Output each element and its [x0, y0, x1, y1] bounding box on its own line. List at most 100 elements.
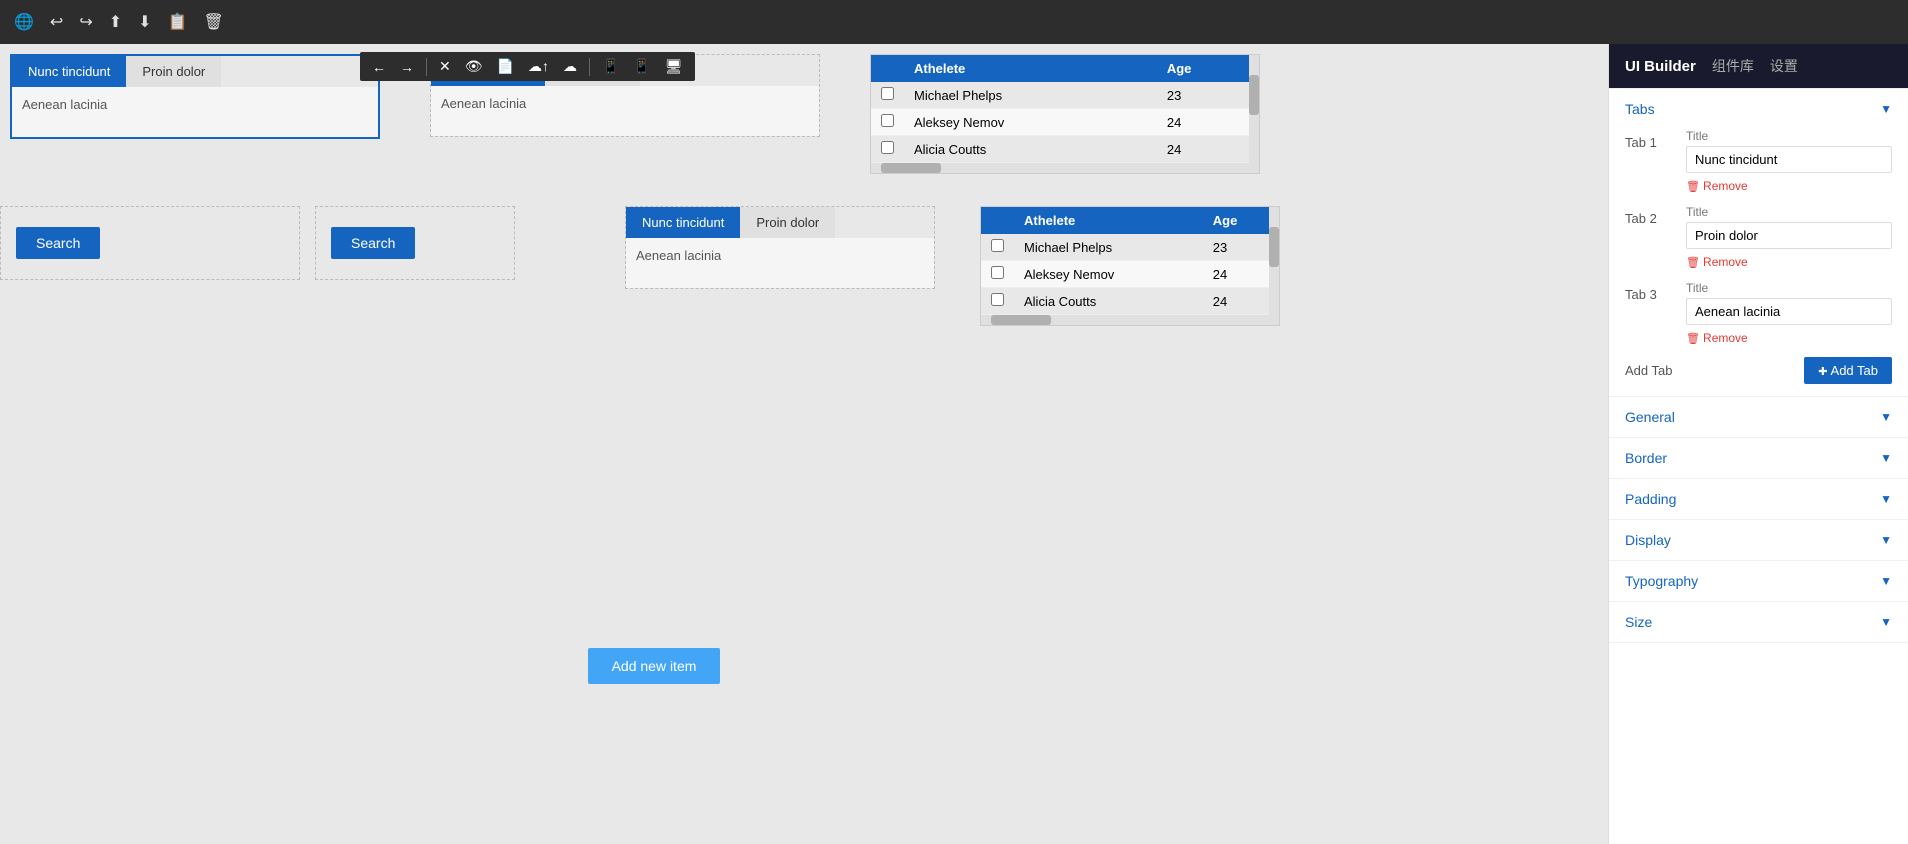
add-tab-button[interactable]: Add Tab	[1804, 357, 1892, 384]
horizontal-scrollbar-2[interactable]	[981, 315, 1279, 325]
tab-3-2-btn[interactable]: Proin dolor	[740, 207, 835, 238]
desktop-icon[interactable]: 🖥	[661, 56, 687, 77]
cell-age: 23	[1203, 234, 1279, 261]
th-age-2: Age	[1203, 207, 1279, 234]
vertical-scrollbar-1[interactable]	[1249, 55, 1259, 163]
forward-icon[interactable]: →	[396, 57, 418, 77]
tab1-label: Tab 1	[1625, 129, 1670, 150]
tabs-section-chevron: ▼	[1880, 102, 1892, 116]
search-button-2[interactable]: Search	[331, 227, 415, 259]
cell-age: 23	[1157, 82, 1259, 109]
nav-settings-link[interactable]: 设置	[1770, 56, 1798, 76]
cell-name: Michael Phelps	[904, 82, 1157, 109]
table-row: Alicia Coutts 24	[871, 136, 1259, 163]
ui-builder-title: UI Builder	[1625, 58, 1696, 75]
tab-content-2: Aenean lacinia	[431, 86, 819, 136]
display-section: Display ▼	[1609, 520, 1908, 561]
back-icon[interactable]: ←	[368, 57, 390, 77]
add-tab-label: Add Tab	[1625, 363, 1672, 378]
table-row: Michael Phelps 23	[871, 82, 1259, 109]
redo-icon[interactable]: ↪	[75, 8, 96, 36]
undo-icon[interactable]: ↩	[46, 8, 67, 36]
tab1-remove-button[interactable]: Remove	[1686, 179, 1748, 193]
tabs-section-title: Tabs	[1625, 101, 1655, 117]
h-scroll-thumb-2	[991, 315, 1051, 325]
tabs-section-header[interactable]: Tabs ▼	[1625, 101, 1892, 117]
general-header[interactable]: General ▼	[1609, 397, 1908, 437]
row-checkbox[interactable]	[881, 141, 894, 154]
nav-components-link[interactable]: 组件库	[1712, 56, 1754, 76]
display-title: Display	[1625, 532, 1671, 548]
table-row: Aleksey Nemov 24	[981, 261, 1279, 288]
size-section: Size ▼	[1609, 602, 1908, 643]
table-widget-1: Athelete Age Michael Phelps 23 Aleksey N	[870, 54, 1260, 174]
tab1-config-row: Tab 1 Title Remove	[1625, 129, 1892, 193]
row-checkbox[interactable]	[881, 114, 894, 127]
display-header[interactable]: Display ▼	[1609, 520, 1908, 560]
cloud-icon[interactable]: ☁	[559, 56, 581, 77]
copy-icon[interactable]: 📋	[164, 8, 192, 36]
tab2-config-col: Title Remove	[1686, 205, 1892, 269]
tab2-title-input[interactable]	[1686, 222, 1892, 249]
padding-chevron: ▼	[1880, 492, 1892, 506]
th-age-1: Age	[1157, 55, 1259, 82]
tab1-title-label: Title	[1686, 129, 1892, 143]
phone-icon[interactable]: 📱	[598, 56, 623, 77]
add-new-item-button[interactable]: Add new item	[588, 648, 721, 684]
tab1-title-input[interactable]	[1686, 146, 1892, 173]
padding-header[interactable]: Padding ▼	[1609, 479, 1908, 519]
download-icon[interactable]: ⬇	[134, 8, 155, 36]
upload-icon[interactable]: ⬆	[105, 8, 126, 36]
tab-1-btn[interactable]: Nunc tincidunt	[12, 56, 126, 87]
right-panel-header: UI Builder 组件库 设置	[1609, 44, 1908, 89]
cell-name: Michael Phelps	[1014, 234, 1203, 261]
tabs-header-3: Nunc tincidunt Proin dolor	[626, 207, 934, 238]
doc-icon[interactable]: 📄	[493, 56, 518, 77]
widget-floating-toolbar: ← → ✕ 👁 📄 ☁↑ ☁ 📱 📱 🖥	[360, 52, 695, 81]
horizontal-scrollbar-1[interactable]	[871, 163, 1259, 173]
table-row: Alicia Coutts 24	[981, 288, 1279, 315]
tab3-title-input[interactable]	[1686, 298, 1892, 325]
cell-name: Alicia Coutts	[904, 136, 1157, 163]
tab-content-1: Aenean lacinia	[12, 87, 378, 137]
tab2-remove-button[interactable]: Remove	[1686, 255, 1748, 269]
row-checkbox[interactable]	[991, 239, 1004, 252]
tab2-title-label: Title	[1686, 205, 1892, 219]
padding-title: Padding	[1625, 491, 1676, 507]
row-checkbox[interactable]	[881, 87, 894, 100]
display-chevron: ▼	[1880, 533, 1892, 547]
tab2-label: Tab 2	[1625, 205, 1670, 226]
tab3-label: Tab 3	[1625, 281, 1670, 302]
border-title: Border	[1625, 450, 1667, 466]
general-title: General	[1625, 409, 1675, 425]
globe-icon[interactable]: 🌐	[10, 8, 38, 36]
delete-icon[interactable]: 🗑	[199, 8, 227, 36]
cell-age: 24	[1203, 261, 1279, 288]
tab3-config-row: Tab 3 Title Remove	[1625, 281, 1892, 345]
padding-section: Padding ▼	[1609, 479, 1908, 520]
row-checkbox[interactable]	[991, 293, 1004, 306]
search-button-1[interactable]: Search	[16, 227, 100, 259]
typography-header[interactable]: Typography ▼	[1609, 561, 1908, 601]
tab-content-text-3: Aenean lacinia	[636, 248, 721, 263]
tab-2-btn[interactable]: Proin dolor	[126, 56, 221, 87]
cloud-up-icon[interactable]: ☁↑	[524, 56, 553, 77]
tablet-icon[interactable]: 📱	[629, 56, 654, 77]
vertical-scrollbar-2[interactable]	[1269, 207, 1279, 315]
scroll-thumb-1	[1249, 75, 1259, 115]
main-layout: ← → ✕ 👁 📄 ☁↑ ☁ 📱 📱 🖥 Nunc tincidunt Proi…	[0, 44, 1908, 844]
tabs-widget-3: Nunc tincidunt Proin dolor Aenean lacini…	[625, 206, 935, 289]
canvas-area[interactable]: ← → ✕ 👁 📄 ☁↑ ☁ 📱 📱 🖥 Nunc tincidunt Proi…	[0, 44, 1608, 844]
border-header[interactable]: Border ▼	[1609, 438, 1908, 478]
tab-3-1-btn[interactable]: Nunc tincidunt	[626, 207, 740, 238]
tabs-header-1: Nunc tincidunt Proin dolor	[12, 56, 378, 87]
tab3-remove-button[interactable]: Remove	[1686, 331, 1748, 345]
close-icon[interactable]: ✕	[435, 56, 455, 77]
eye-icon[interactable]: 👁	[461, 56, 487, 77]
size-chevron: ▼	[1880, 615, 1892, 629]
cell-name: Aleksey Nemov	[1014, 261, 1203, 288]
cell-age: 24	[1157, 136, 1259, 163]
row-checkbox[interactable]	[991, 266, 1004, 279]
border-section: Border ▼	[1609, 438, 1908, 479]
size-header[interactable]: Size ▼	[1609, 602, 1908, 642]
